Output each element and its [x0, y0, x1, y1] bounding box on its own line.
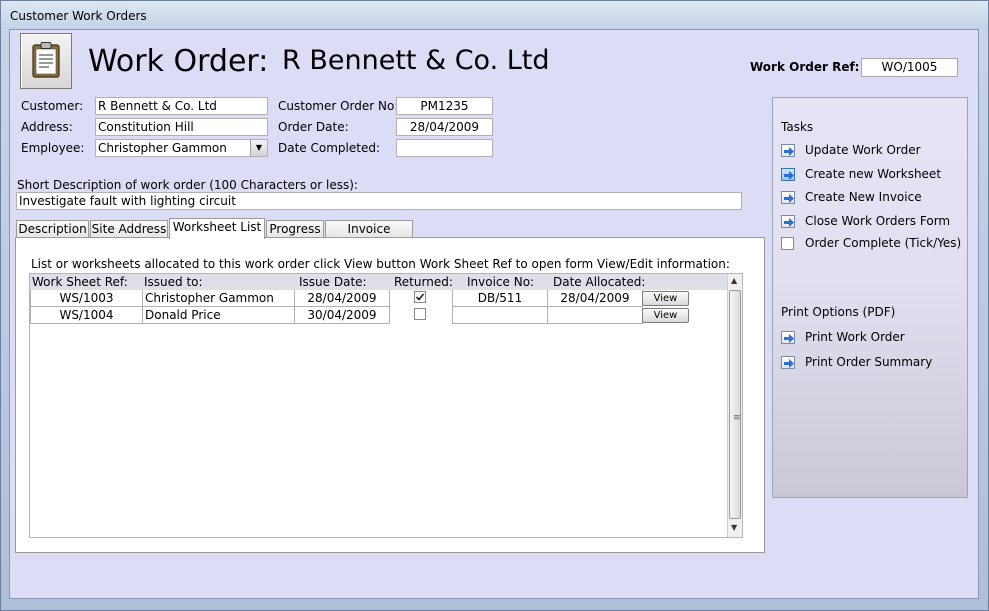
tasks-heading: Tasks: [781, 120, 814, 134]
col-issue-date: Issue Date:: [299, 275, 367, 289]
arrow-right-icon: [781, 331, 795, 344]
arrow-right-icon: [781, 168, 795, 181]
table-row: WS/1004 Donald Price 30/04/2009 View: [30, 307, 728, 324]
customer-order-no-field[interactable]: PM1235: [396, 97, 493, 115]
checkmark-icon: [415, 293, 425, 301]
form-header: Work Order: R Bennett & Co. Ltd Work Ord…: [10, 30, 978, 90]
grip-icon: ≡: [733, 413, 741, 423]
header-customer-name: R Bennett & Co. Ltd: [282, 45, 550, 76]
print-label: Print Order Summary: [805, 355, 933, 369]
employee-select[interactable]: Christopher Gammon ▼: [95, 139, 268, 157]
returned-checkbox[interactable]: [414, 291, 426, 303]
returned-checkbox[interactable]: [414, 308, 426, 320]
table-row: WS/1003 Christopher Gammon 28/04/2009 DB…: [30, 290, 728, 307]
arrow-right-icon: [781, 191, 795, 204]
short-description-label: Short Description of work order (100 Cha…: [17, 178, 358, 192]
short-description-field[interactable]: Investigate fault with lighting circuit: [16, 192, 742, 210]
page-title: Work Order:: [88, 44, 269, 79]
worksheet-list-panel: List or worksheets allocated to this wor…: [15, 237, 765, 553]
customer-order-no-label: Customer Order No:: [278, 99, 399, 113]
chevron-down-icon[interactable]: ▼: [250, 140, 267, 156]
tasks-panel: Tasks Update Work Order Create new Works…: [772, 97, 968, 498]
arrow-right-icon: [781, 356, 795, 369]
task-label: Close Work Orders Form: [805, 214, 951, 228]
col-date-allocated: Date Allocated:: [553, 275, 646, 289]
task-label: Update Work Order: [805, 143, 921, 157]
grid-header: Work Sheet Ref: Issued to: Issue Date: R…: [30, 274, 728, 290]
scroll-up-icon[interactable]: ▲: [731, 276, 737, 285]
tab-worksheet-list[interactable]: Worksheet List: [169, 218, 265, 239]
invoice-no-cell[interactable]: [452, 307, 548, 324]
worksheet-list-instructions: List or worksheets allocated to this wor…: [31, 257, 730, 271]
scrollbar-thumb[interactable]: ≡: [729, 290, 741, 519]
app-window: Customer Work Orders Work Order: R Benne…: [0, 0, 989, 611]
issue-date-cell[interactable]: 28/04/2009: [294, 290, 390, 307]
order-complete-label: Order Complete (Tick/Yes): [805, 236, 962, 250]
task-label: Create New Invoice: [805, 190, 922, 204]
date-completed-label: Date Completed:: [278, 141, 380, 155]
issued-to-cell[interactable]: Christopher Gammon: [142, 290, 295, 307]
task-label: Create new Worksheet: [805, 167, 942, 181]
print-options-heading: Print Options (PDF): [781, 305, 896, 319]
worksheet-grid: Work Sheet Ref: Issued to: Issue Date: R…: [29, 273, 743, 538]
view-button[interactable]: View: [642, 291, 689, 306]
date-completed-field[interactable]: [396, 139, 493, 157]
col-invoice-no: Invoice No:: [467, 275, 535, 289]
col-returned: Returned:: [394, 275, 453, 289]
title-bar[interactable]: Customer Work Orders: [1, 1, 988, 29]
order-date-field[interactable]: 28/04/2009: [396, 118, 493, 136]
col-work-sheet-ref: Work Sheet Ref:: [32, 275, 128, 289]
invoice-no-cell[interactable]: DB/511: [452, 290, 548, 307]
work-order-ref-label: Work Order Ref:: [750, 60, 860, 74]
work-order-ref-field[interactable]: WO/1005: [861, 58, 958, 77]
order-date-label: Order Date:: [278, 120, 349, 134]
date-allocated-cell[interactable]: 28/04/2009: [547, 290, 643, 307]
worksheet-ref-cell[interactable]: WS/1004: [30, 307, 143, 324]
issued-to-cell[interactable]: Donald Price: [142, 307, 295, 324]
employee-label: Employee:: [21, 141, 85, 155]
work-order-form: Work Order: R Bennett & Co. Ltd Work Ord…: [9, 29, 979, 599]
order-complete-checkbox[interactable]: [781, 237, 794, 250]
vertical-scrollbar[interactable]: ▲ ≡ ▼: [727, 274, 742, 537]
print-label: Print Work Order: [805, 330, 905, 344]
clipboard-icon: [20, 33, 72, 89]
worksheet-ref-cell[interactable]: WS/1003: [30, 290, 143, 307]
issue-date-cell[interactable]: 30/04/2009: [294, 307, 390, 324]
view-button[interactable]: View: [642, 308, 689, 323]
employee-select-value: Christopher Gammon: [98, 141, 227, 155]
col-issued-to: Issued to:: [144, 275, 203, 289]
customer-field[interactable]: R Bennett & Co. Ltd: [95, 97, 268, 115]
arrow-right-icon: [781, 144, 795, 157]
window-title: Customer Work Orders: [10, 9, 147, 23]
scroll-down-icon[interactable]: ▼: [731, 523, 737, 532]
arrow-right-icon: [781, 215, 795, 228]
address-field[interactable]: Constitution Hill: [95, 118, 268, 136]
address-label: Address:: [21, 120, 73, 134]
customer-label: Customer:: [21, 99, 84, 113]
date-allocated-cell[interactable]: [547, 307, 643, 324]
